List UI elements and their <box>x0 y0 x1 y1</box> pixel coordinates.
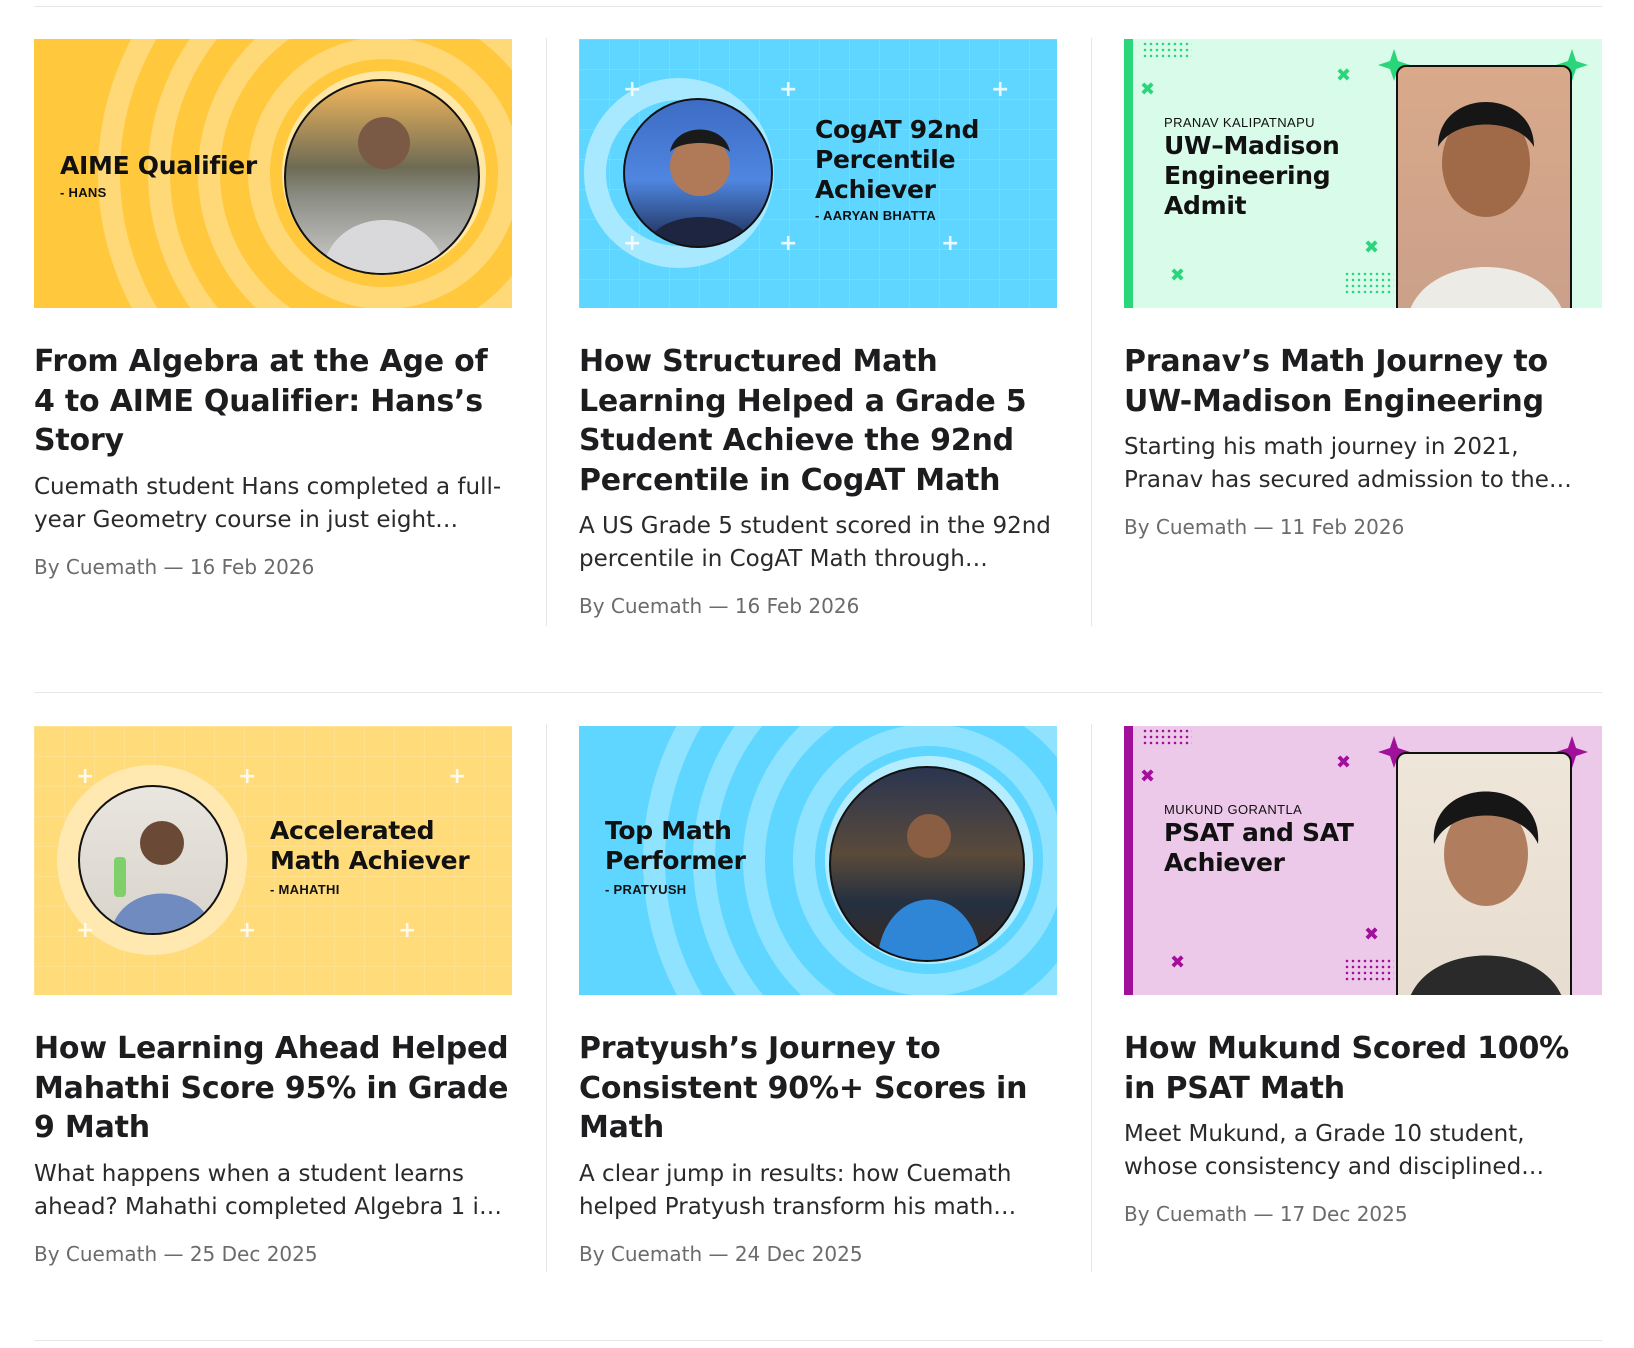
student-photo <box>78 785 228 935</box>
article-thumbnail[interactable]: ✖ ✖ ✖ ✖ MUKUND GORANTLA PSAT and SAT Ach… <box>1124 726 1602 995</box>
article-card[interactable]: + + + + + + CogAT 92nd Percentile Achiev… <box>579 39 1057 618</box>
article-title[interactable]: How Mukund Scored 100% in PSAT Math <box>1124 1029 1602 1108</box>
article-meta: By Cuemath — 24 Dec 2025 <box>579 1241 863 1266</box>
article-thumbnail[interactable]: + + + + + + CogAT 92nd Percentile Achiev… <box>579 39 1057 308</box>
article-card[interactable]: AIME Qualifier - HANS From Algebra at th… <box>34 39 512 579</box>
banner-title: CogAT 92nd Percentile Achiever <box>815 115 980 204</box>
banner-title: AIME Qualifier <box>60 151 257 180</box>
bottom-divider <box>34 1340 1602 1341</box>
banner-title: UW–Madison Engineering Admit <box>1164 131 1340 220</box>
banner-title: PSAT and SAT Achiever <box>1164 818 1354 877</box>
person-icon <box>1410 102 1562 308</box>
article-meta: By Cuemath — 16 Feb 2026 <box>34 554 315 579</box>
banner-title: Top Math Performer <box>605 816 746 875</box>
banner-subtitle: - AARYAN BHATTA <box>815 208 937 223</box>
banner-subtitle: - PRATYUSH <box>605 882 687 897</box>
person-icon <box>110 821 214 933</box>
student-photo <box>1396 65 1572 308</box>
article-meta: By Cuemath — 11 Feb 2026 <box>1124 515 1405 539</box>
article-thumbnail[interactable]: Top Math Performer - PRATYUSH <box>579 726 1057 995</box>
student-photo <box>1396 752 1572 995</box>
article-title[interactable]: From Algebra at the Age of 4 to AIME Qua… <box>34 342 512 461</box>
article-description: What happens when a student learns ahead… <box>34 1160 494 1220</box>
article-card[interactable]: ✖ ✖ ✖ ✖ MUKUND GORANTLA PSAT and SAT Ach… <box>1124 726 1602 1226</box>
column-divider <box>546 724 547 1272</box>
article-card[interactable]: ✖ ✖ ✖ ✖ PRANAV KALIPATNAPU UW–Madison En… <box>1124 39 1602 539</box>
banner-student-name: MUKUND GORANTLA <box>1164 802 1303 817</box>
article-title[interactable]: How Learning Ahead Helped Mahathi Score … <box>34 1029 512 1148</box>
article-description: Starting his math journey in 2021, Prana… <box>1124 434 1549 493</box>
person-icon <box>1411 791 1561 995</box>
article-card[interactable]: + + + + + + Accelerated Math Achiever - … <box>34 726 512 1266</box>
student-photo <box>829 766 1025 962</box>
article-title[interactable]: Pratyush’s Journey to Consistent 90%+ Sc… <box>579 1029 1057 1148</box>
article-title[interactable]: Pranav’s Math Journey to UW-Madison Engi… <box>1124 342 1602 421</box>
article-meta: By Cuemath — 17 Dec 2025 <box>1124 1202 1408 1226</box>
article-description: A clear jump in results: how Cuemath hel… <box>579 1160 1012 1220</box>
article-meta: By Cuemath — 25 Dec 2025 <box>34 1241 318 1266</box>
person-icon <box>322 117 446 273</box>
column-divider <box>1091 38 1092 626</box>
row-divider <box>34 692 1602 693</box>
article-thumbnail[interactable]: + + + + + + Accelerated Math Achiever - … <box>34 726 512 995</box>
article-description: A US Grade 5 student scored in the 92nd … <box>579 513 1051 572</box>
banner-subtitle: - HANS <box>60 185 107 200</box>
student-photo <box>284 79 480 275</box>
top-divider <box>34 6 1602 7</box>
article-meta: By Cuemath — 16 Feb 2026 <box>579 594 860 618</box>
article-thumbnail[interactable]: AIME Qualifier - HANS <box>34 39 512 308</box>
article-description: Meet Mukund, a Grade 10 student, whose c… <box>1124 1121 1525 1180</box>
article-description: Cuemath student Hans completed a full-ye… <box>34 473 502 533</box>
article-title[interactable]: How Structured Math Learning Helped a Gr… <box>579 342 1057 500</box>
person-icon <box>877 814 981 960</box>
article-thumbnail[interactable]: ✖ ✖ ✖ ✖ PRANAV KALIPATNAPU UW–Madison En… <box>1124 39 1602 308</box>
column-divider <box>546 38 547 626</box>
student-photo <box>623 98 773 248</box>
banner-title: Accelerated Math Achiever <box>270 816 470 875</box>
banner-student-name: PRANAV KALIPATNAPU <box>1164 115 1315 130</box>
column-divider <box>1091 724 1092 1272</box>
article-card[interactable]: Top Math Performer - PRATYUSH Pratyush’s… <box>579 726 1057 1266</box>
person-icon <box>646 129 754 246</box>
banner-subtitle: - MAHATHI <box>270 882 340 897</box>
